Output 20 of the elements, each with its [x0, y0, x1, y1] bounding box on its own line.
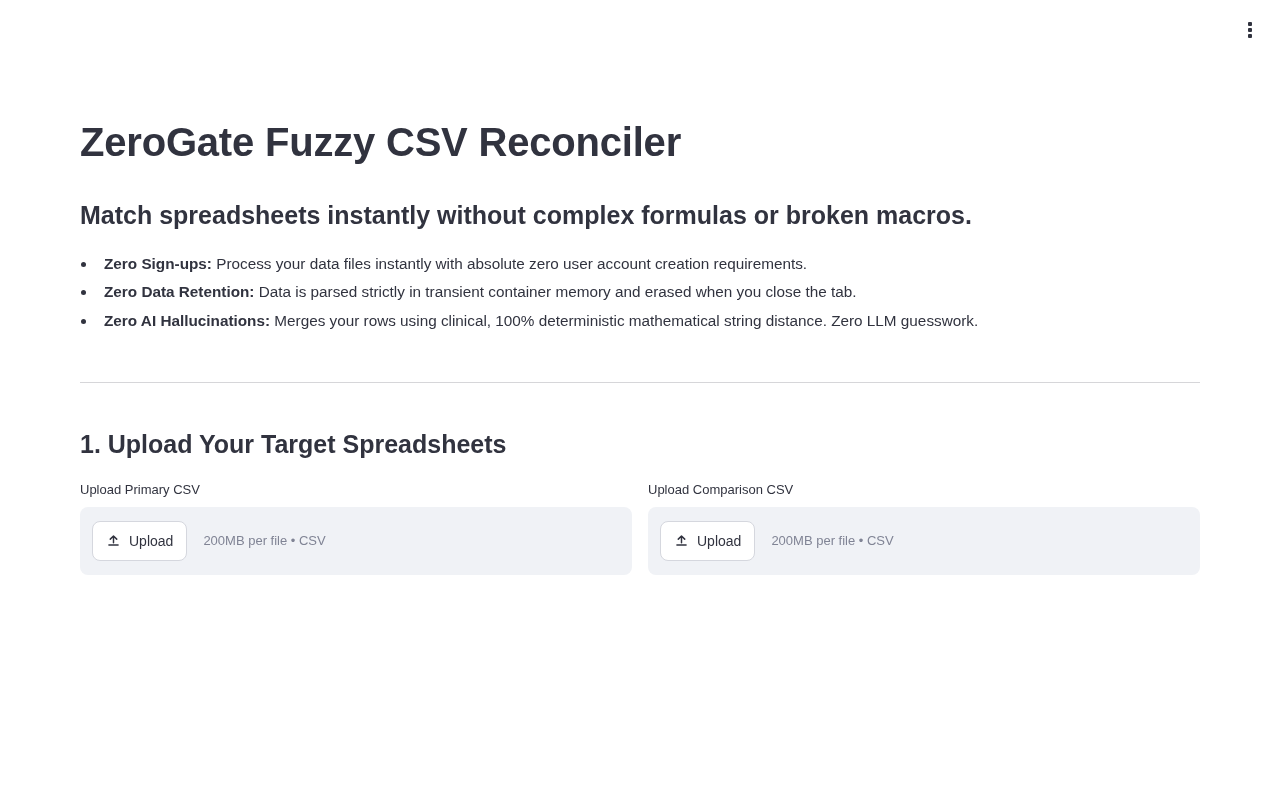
bullet-icon [81, 261, 86, 267]
feature-item: Zero AI Hallucinations: Merges your rows using clinical, 100% deterministic mathematical string distance. Zero LLM guesswork. [104, 310, 979, 331]
upload-icon [108, 535, 119, 546]
upload-limit-text: 200MB per file • CSV [771, 533, 894, 548]
bullet-icon [81, 290, 86, 296]
upload-button[interactable]: Upload [660, 520, 756, 561]
bullet-icon [81, 318, 86, 324]
section-heading: 1. Upload Your Target Spreadsheets [80, 428, 508, 459]
feature-item: Zero Sign-ups: Process your data files instantly with absolute zero user account creation requirements. [104, 253, 808, 274]
page-title: ZeroGate Fuzzy CSV Reconciler [80, 119, 683, 166]
file-dropzone[interactable]: Upload 200MB per file • CSV [80, 506, 632, 575]
uploader-label: Upload Comparison CSV [648, 480, 794, 499]
uploader-label: Upload Primary CSV [80, 480, 200, 499]
upload-button[interactable]: Upload [92, 520, 188, 561]
page-subtitle: Match spreadsheets instantly without complex formulas or broken macros. [80, 200, 973, 230]
feature-item: Zero Data Retention: Data is parsed strictly in transient container memory and erased when you close the tab. [104, 282, 857, 303]
file-dropzone[interactable]: Upload 200MB per file • CSV [648, 506, 1200, 575]
more-vertical-icon [1248, 22, 1252, 38]
upload-icon [676, 535, 687, 546]
upload-limit-text: 200MB per file • CSV [203, 533, 326, 548]
